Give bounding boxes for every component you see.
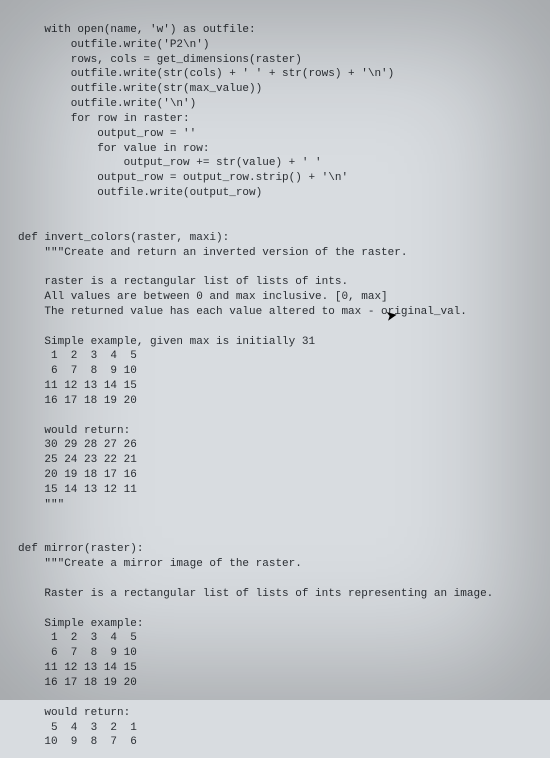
code-line: 16 17 18 19 20 — [18, 395, 137, 407]
code-document: with open(name, 'w') as outfile: outfile… — [0, 0, 550, 758]
code-line: outfile.write(output_row) — [18, 187, 262, 199]
code-line: 1 2 3 4 5 — [18, 632, 137, 644]
code-line: 11 12 13 14 15 — [18, 380, 137, 392]
code-line: """Create a mirror image of the raster. — [18, 558, 302, 570]
code-line: outfile.write(str(max_value)) — [18, 83, 262, 95]
code-line: 16 17 18 19 20 — [18, 677, 137, 689]
code-line: would return: — [18, 425, 130, 437]
code-line: outfile.write('P2\n') — [18, 39, 209, 51]
code-line: 6 7 8 9 10 — [18, 365, 137, 377]
code-line: 1 2 3 4 5 — [18, 350, 137, 362]
code-line: 5 4 3 2 1 — [18, 722, 137, 734]
code-line: """Create and return an inverted version… — [18, 247, 407, 259]
code-line: Raster is a rectangular list of lists of… — [18, 588, 493, 600]
code-line: output_row = output_row.strip() + '\n' — [18, 172, 348, 184]
code-line: 30 29 28 27 26 — [18, 439, 137, 451]
code-line: output_row += str(value) + ' ' — [18, 157, 322, 169]
code-line: raster is a rectangular list of lists of… — [18, 276, 348, 288]
code-line: 20 19 18 17 16 — [18, 469, 137, 481]
code-line: would return: — [18, 707, 130, 719]
code-line: 25 24 23 22 21 — [18, 454, 137, 466]
code-line: All values are between 0 and max inclusi… — [18, 291, 388, 303]
code-line: def mirror(raster): — [18, 543, 143, 555]
code-line: def invert_colors(raster, maxi): — [18, 232, 229, 244]
code-line: 10 9 8 7 6 — [18, 736, 137, 748]
code-line: Simple example: — [18, 618, 143, 630]
code-line: outfile.write(str(cols) + ' ' + str(rows… — [18, 68, 394, 80]
code-line: rows, cols = get_dimensions(raster) — [18, 54, 302, 66]
code-line: Simple example, given max is initially 3… — [18, 336, 315, 348]
code-line: output_row = '' — [18, 128, 196, 140]
code-line: outfile.write('\n') — [18, 98, 196, 110]
code-line: 11 12 13 14 15 — [18, 662, 137, 674]
code-line: for value in row: — [18, 143, 209, 155]
code-line: The returned value has each value altere… — [18, 306, 467, 318]
code-line: 6 7 8 9 10 — [18, 647, 137, 659]
code-line: for row in raster: — [18, 113, 190, 125]
code-line: """ — [18, 499, 64, 511]
code-line: 15 14 13 12 11 — [18, 484, 137, 496]
code-line: with open(name, 'w') as outfile: — [18, 24, 256, 36]
